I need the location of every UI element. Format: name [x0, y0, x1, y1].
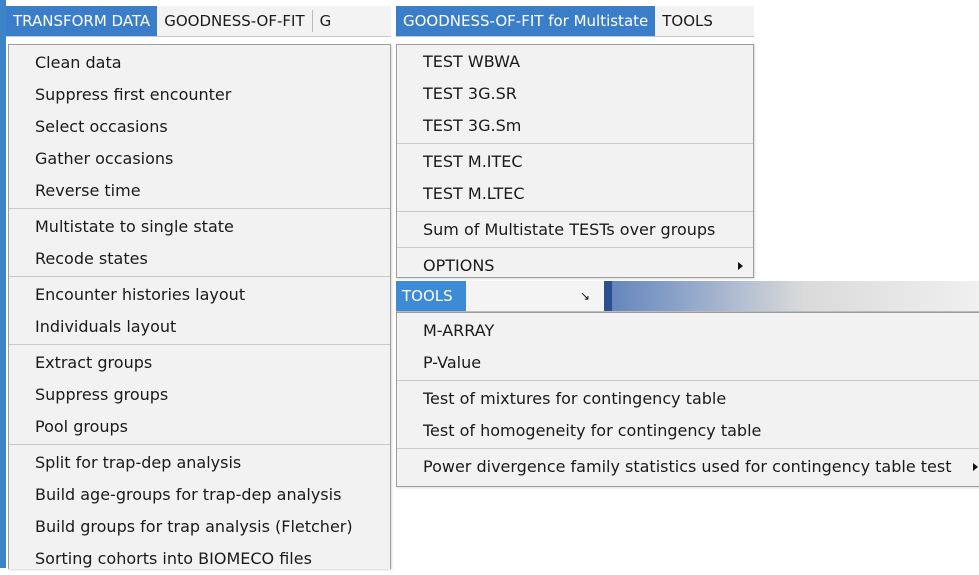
menu-divider — [397, 448, 979, 449]
menu-item-sorting-cohorts-biomeco[interactable]: Sorting cohorts into BIOMECO files — [9, 543, 390, 575]
menu-item-test-m-ltec[interactable]: TEST M.LTEC — [397, 178, 753, 210]
menu-item-options-label: OPTIONS — [423, 256, 495, 275]
submenu-arrow-icon — [973, 463, 978, 471]
menu-item-select-occasions[interactable]: Select occasions — [9, 111, 390, 143]
menu-goodness-of-fit-multistate-truncated[interactable]: G — [313, 6, 339, 36]
menu-tools[interactable]: TOOLS — [655, 6, 720, 36]
menu-item-build-age-groups-trap-dep[interactable]: Build age-groups for trap-dep analysis — [9, 479, 390, 511]
menu-item-pool-groups[interactable]: Pool groups — [9, 411, 390, 443]
menu-divider — [9, 344, 390, 345]
menu-divider — [9, 444, 390, 445]
menu-item-p-value[interactable]: P-Value — [397, 347, 979, 379]
menu-item-gather-occasions[interactable]: Gather occasions — [9, 143, 390, 175]
menu-item-suppress-groups[interactable]: Suppress groups — [9, 379, 390, 411]
menu-item-suppress-first-encounter[interactable]: Suppress first encounter — [9, 79, 390, 111]
menu-goodness-of-fit[interactable]: GOODNESS-OF-FIT — [157, 6, 311, 36]
window-frame-left — [0, 0, 6, 568]
menu-divider — [397, 380, 979, 381]
menu-item-individuals-layout[interactable]: Individuals layout — [9, 311, 390, 343]
menu-item-encounter-histories-layout[interactable]: Encounter histories layout — [9, 279, 390, 311]
main-menubar: TRANSFORM DATA GOODNESS-OF-FIT G — [6, 6, 391, 37]
menu-divider — [397, 247, 753, 248]
menu-item-reverse-time[interactable]: Reverse time — [9, 175, 390, 207]
menu-item-m-array[interactable]: M-ARRAY — [397, 315, 979, 347]
tools-tab[interactable]: TOOLS — [396, 281, 466, 311]
menu-item-build-groups-trap-fletcher[interactable]: Build groups for trap analysis (Fletcher… — [9, 511, 390, 543]
menu-item-split-trap-dep[interactable]: Split for trap-dep analysis — [9, 447, 390, 479]
menu-item-test-3g-sr[interactable]: TEST 3G.SR — [397, 78, 753, 110]
menu-divider — [397, 211, 753, 212]
menu-gof-multistate[interactable]: GOODNESS-OF-FIT for Multistate — [396, 6, 656, 36]
transform-data-menu: Clean data Suppress first encounter Sele… — [8, 44, 391, 569]
tools-toolbar: TOOLS ↘ — [396, 281, 979, 312]
menu-item-recode-states[interactable]: Recode states — [9, 243, 390, 275]
menu-item-extract-groups[interactable]: Extract groups — [9, 347, 390, 379]
menu-item-test-of-homogeneity[interactable]: Test of homogeneity for contingency tabl… — [397, 415, 979, 447]
menu-item-options[interactable]: OPTIONS — [397, 250, 753, 282]
menu-divider — [397, 143, 753, 144]
gof-multistate-menu: TEST WBWA TEST 3G.SR TEST 3G.Sm TEST M.I… — [396, 44, 754, 278]
menu-item-test-wbwa[interactable]: TEST WBWA — [397, 46, 753, 78]
menu-item-power-divergence[interactable]: Power divergence family statistics used … — [397, 451, 979, 483]
tools-menu: M-ARRAY P-Value Test of mixtures for con… — [396, 312, 979, 487]
submenu-arrow-icon — [738, 262, 743, 270]
menu-item-test-3g-sm[interactable]: TEST 3G.Sm — [397, 110, 753, 142]
menu-item-power-divergence-label: Power divergence family statistics used … — [423, 457, 952, 476]
menu-divider — [9, 208, 390, 209]
menu-item-test-of-mixtures[interactable]: Test of mixtures for contingency table — [397, 383, 979, 415]
dropdown-arrow-icon[interactable]: ↘ — [576, 285, 594, 307]
secondary-menubar: GOODNESS-OF-FIT for Multistate TOOLS — [396, 6, 754, 37]
tools-toolbar-divider — [604, 281, 612, 311]
menu-item-multistate-to-single-state[interactable]: Multistate to single state — [9, 211, 390, 243]
menu-transform-data[interactable]: TRANSFORM DATA — [6, 6, 158, 36]
menu-divider — [9, 276, 390, 277]
menu-item-clean-data[interactable]: Clean data — [9, 47, 390, 79]
menu-item-test-m-itec[interactable]: TEST M.ITEC — [397, 146, 753, 178]
menu-item-sum-multistate-tests[interactable]: Sum of Multistate TESTs over groups — [397, 214, 753, 246]
